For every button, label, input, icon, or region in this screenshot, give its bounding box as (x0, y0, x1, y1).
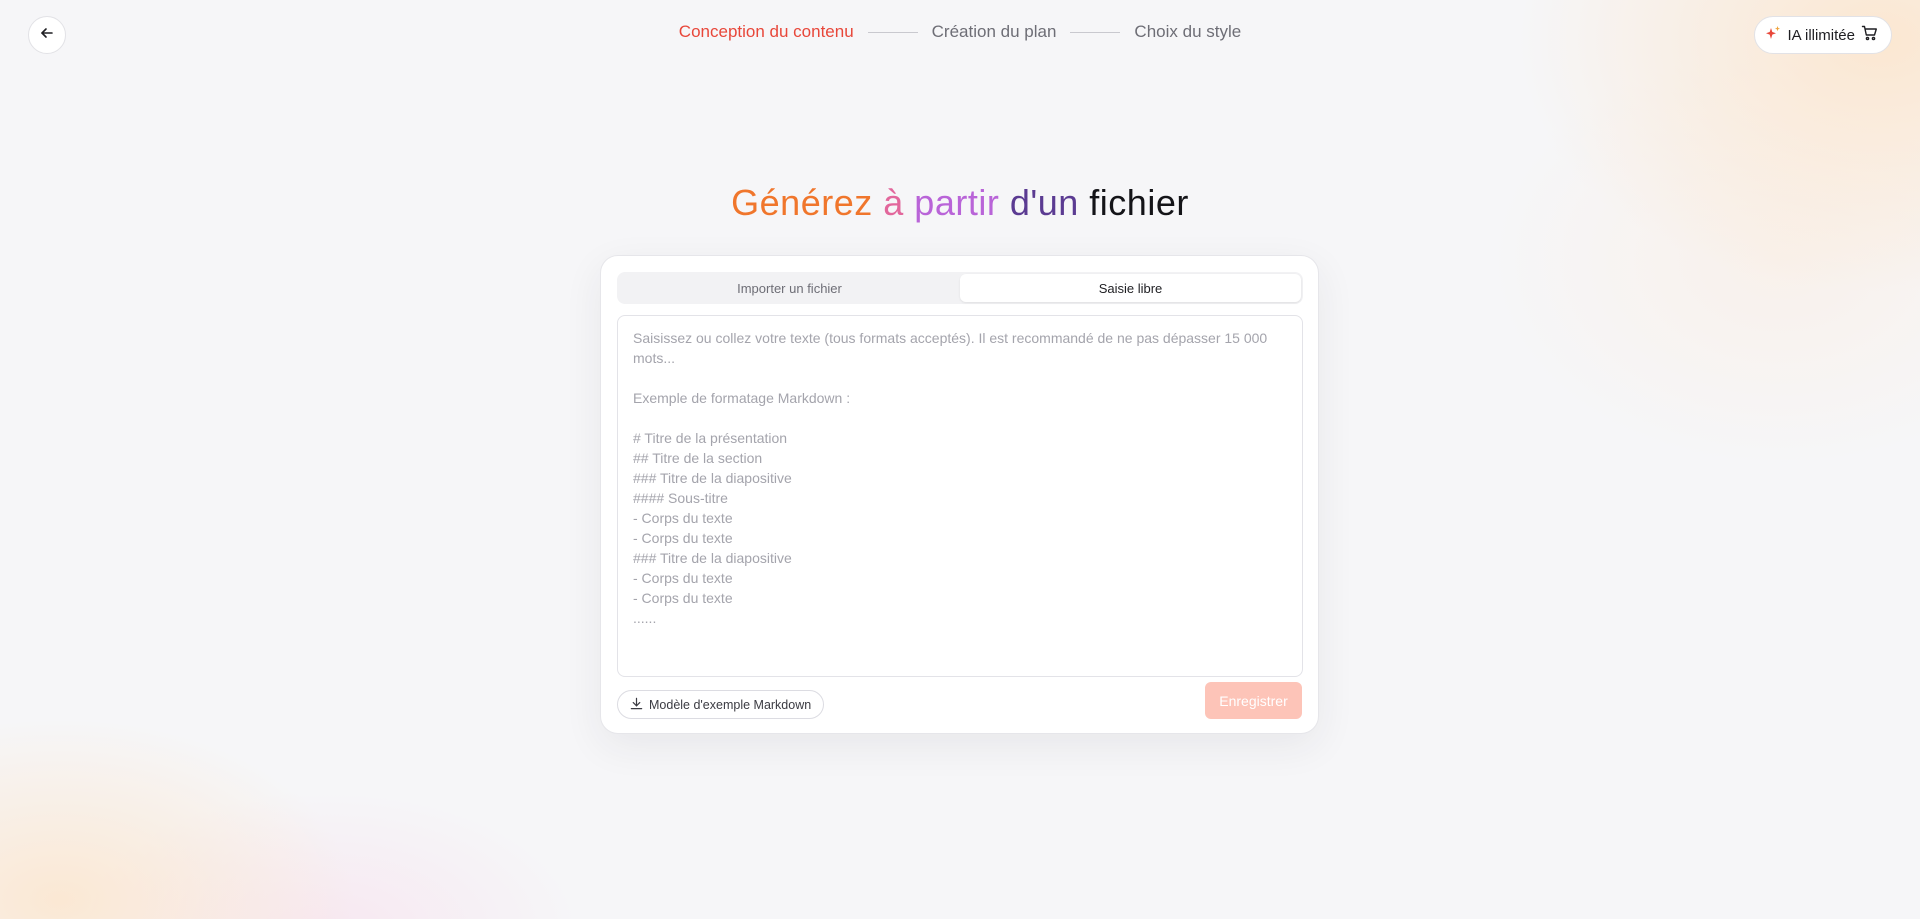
tab-import-file[interactable]: Importer un fichier (619, 274, 960, 302)
sparkle-icon (1765, 25, 1781, 45)
step-content-design[interactable]: Conception du contenu (679, 22, 854, 42)
step-style-choice[interactable]: Choix du style (1134, 22, 1241, 42)
page-title: Générez à partir d'un fichier (0, 182, 1920, 224)
free-text-input[interactable]: Saisissez ou collez votre texte (tous fo… (617, 315, 1303, 677)
title-word: d'un (1009, 182, 1079, 223)
content-input-card: Importer un fichier Saisie libre Saisiss… (600, 255, 1319, 734)
markdown-template-button[interactable]: Modèle d'exemple Markdown (617, 690, 825, 719)
step-plan-creation[interactable]: Création du plan (932, 22, 1057, 42)
input-mode-tabs: Importer un fichier Saisie libre (617, 272, 1303, 304)
cart-icon (1861, 24, 1879, 46)
save-button[interactable]: Enregistrer (1205, 682, 1302, 719)
step-divider (1070, 31, 1121, 33)
title-word: Générez (731, 182, 873, 223)
title-word: fichier (1089, 182, 1189, 223)
progress-stepper: Conception du contenu Création du plan C… (0, 22, 1920, 42)
download-icon (630, 697, 643, 713)
unlimited-ai-label: IA illimitée (1787, 26, 1855, 44)
title-word: partir (914, 182, 1000, 223)
title-word: à (883, 182, 904, 223)
text-input-placeholder: Saisissez ou collez votre texte (tous fo… (633, 330, 1268, 626)
tab-free-input[interactable]: Saisie libre (960, 274, 1301, 302)
markdown-template-label: Modèle d'exemple Markdown (649, 697, 812, 712)
unlimited-ai-button[interactable]: IA illimitée (1754, 16, 1892, 54)
step-divider (867, 31, 918, 33)
